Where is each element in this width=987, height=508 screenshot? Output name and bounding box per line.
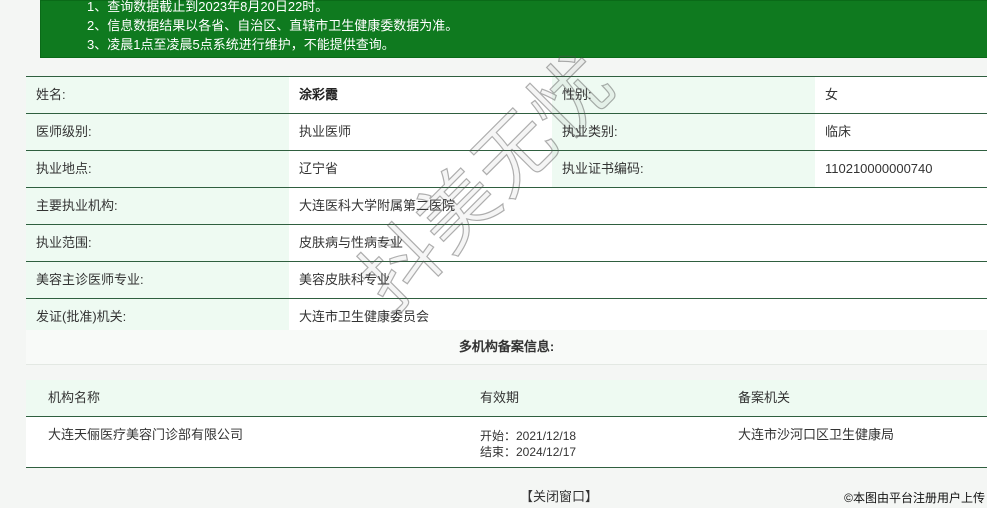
level-label: 医师级别:	[26, 114, 289, 150]
upload-credit: ©本图由平台注册用户上传	[844, 491, 985, 505]
notice-line-3: 3、凌晨1点至凌晨5点系统进行维护，不能提供查询。	[87, 37, 395, 52]
records-header-row: 机构名称 有效期 备案机关	[26, 380, 987, 417]
category-value: 临床	[815, 114, 987, 150]
category-label: 执业类别:	[552, 114, 815, 150]
header-org: 机构名称	[48, 390, 101, 405]
name-label: 姓名:	[26, 77, 289, 113]
close-window-link[interactable]: 【关闭窗口】	[520, 486, 598, 505]
header-authority: 备案机关	[738, 390, 791, 405]
record-org: 大连天俪医疗美容门诊部有限公司	[48, 427, 244, 442]
info-row-level: 医师级别: 执业医师 执业类别: 临床	[26, 114, 987, 151]
notice-banner: 1、查询数据截止到2023年8月20日22时。 2、信息数据结果以各省、自治区、…	[40, 0, 987, 58]
name-value: 涂彩霞	[289, 77, 552, 113]
header-validity: 有效期	[480, 390, 520, 405]
multi-org-title: 多机构备案信息:	[26, 330, 987, 365]
info-row-scope: 执业范围: 皮肤病与性病专业	[26, 225, 987, 262]
record-end: 结束：2024/12/17	[480, 445, 577, 459]
notice-line-2: 2、信息数据结果以各省、自治区、直辖市卫生健康委数据为准。	[87, 18, 459, 33]
info-row-name: 姓名: 涂彩霞 性别: 女	[26, 76, 987, 114]
scope-label: 执业范围:	[26, 225, 289, 261]
level-value: 执业医师	[289, 114, 552, 150]
location-value: 辽宁省	[289, 151, 552, 187]
record-validity: 开始：2021/12/18 结束：2024/12/17	[480, 428, 576, 460]
info-row-location: 执业地点: 辽宁省 执业证书编码: 110210000000740	[26, 151, 987, 188]
doctor-info-table: 姓名: 涂彩霞 性别: 女 医师级别: 执业医师 执业类别: 临床 执业地点: …	[26, 76, 987, 336]
record-start: 开始：2021/12/18	[480, 429, 577, 443]
table-row: 大连天俪医疗美容门诊部有限公司 开始：2021/12/18 结束：2024/12…	[26, 417, 987, 468]
notice-line-1: 1、查询数据截止到2023年8月20日22时。	[87, 0, 329, 14]
cert-label: 执业证书编码:	[552, 151, 815, 187]
cosmetic-value: 美容皮肤科专业	[289, 262, 987, 298]
gender-label: 性别:	[552, 77, 815, 113]
scope-value: 皮肤病与性病专业	[289, 225, 987, 261]
location-label: 执业地点:	[26, 151, 289, 187]
cosmetic-label: 美容主诊医师专业:	[26, 262, 289, 298]
record-authority: 大连市沙河口区卫生健康局	[738, 427, 895, 442]
records-table: 机构名称 有效期 备案机关 大连天俪医疗美容门诊部有限公司 开始：2021/12…	[26, 380, 987, 468]
org-value: 大连医科大学附属第二医院	[289, 188, 987, 224]
cert-value: 110210000000740	[815, 151, 987, 187]
org-label: 主要执业机构:	[26, 188, 289, 224]
gender-value: 女	[815, 77, 987, 113]
info-row-cosmetic: 美容主诊医师专业: 美容皮肤科专业	[26, 262, 987, 299]
info-row-org: 主要执业机构: 大连医科大学附属第二医院	[26, 188, 987, 225]
